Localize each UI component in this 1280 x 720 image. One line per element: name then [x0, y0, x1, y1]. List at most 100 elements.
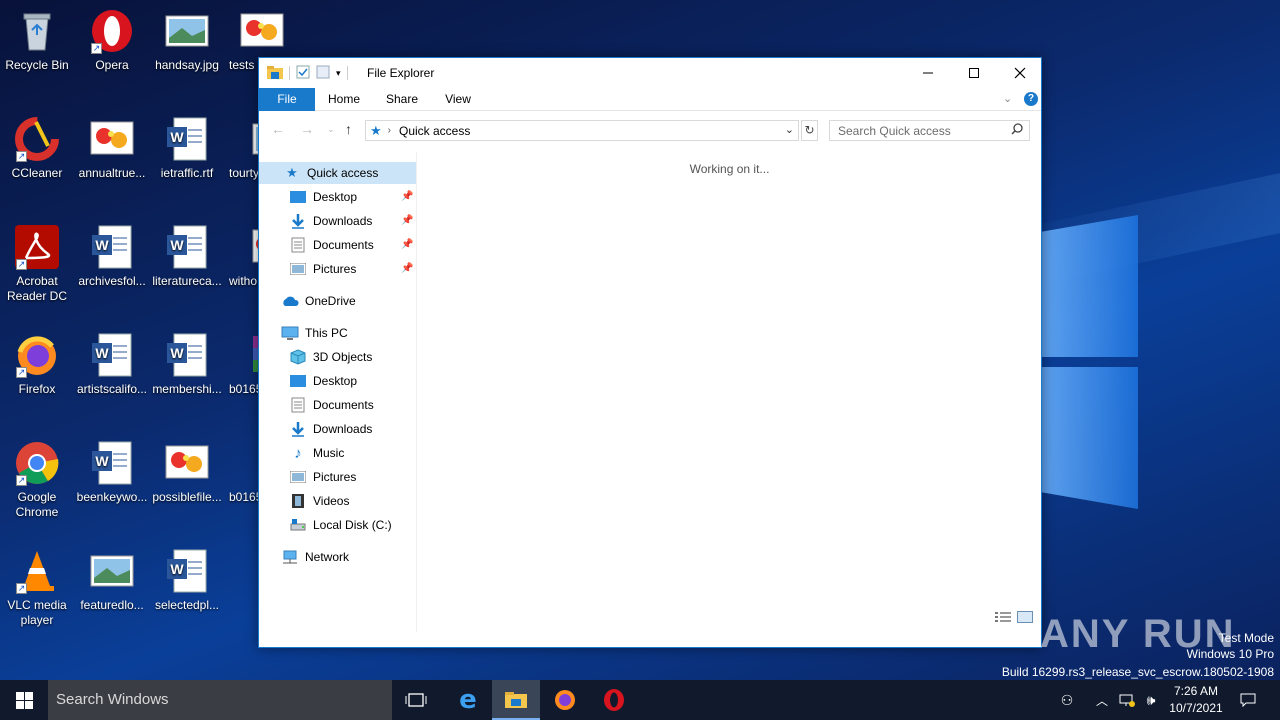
nav-item-this-pc[interactable]: This PC	[281, 322, 348, 344]
file-explorer-window[interactable]: ▾ File Explorer File Home Share View ⌄ ?…	[258, 57, 1042, 648]
task-view-icon	[405, 693, 427, 707]
nav-item-network[interactable]: Network	[281, 546, 349, 568]
nav-item-qa-downloads[interactable]: Downloads	[289, 210, 372, 232]
nav-item-qa-desktop[interactable]: Desktop	[289, 186, 357, 208]
maximize-button[interactable]	[951, 58, 997, 88]
nav-item-qa-documents[interactable]: Documents	[289, 234, 374, 256]
network-tray-icon[interactable]	[1116, 680, 1138, 720]
desktop-icon-chrome[interactable]: ↗ Google Chrome	[0, 440, 74, 520]
opera-icon: ↗	[89, 8, 135, 54]
pictures-icon	[289, 261, 307, 277]
quick-access-star-icon: ★	[286, 165, 298, 180]
documents-icon	[289, 397, 307, 413]
this-pc-monitor-icon	[281, 325, 299, 341]
windows-edition-label: Windows 10 Pro	[1186, 647, 1274, 661]
nav-item-pc-desktop[interactable]: Desktop	[289, 370, 357, 392]
tab-view[interactable]: View	[435, 88, 481, 111]
tab-share[interactable]: Share	[379, 88, 425, 111]
desktop-icon-literatureca[interactable]: W literatureca...	[150, 224, 224, 289]
desktop-icon-ietraffic[interactable]: W ietraffic.rtf	[150, 116, 224, 181]
test-mode-label: Test Mode	[1218, 631, 1274, 645]
desktop-icon-label: CCleaner	[11, 166, 63, 180]
new-folder-icon[interactable]	[316, 65, 330, 82]
desktop-icon-membershi[interactable]: W membershi...	[150, 332, 224, 397]
nav-item-pc-documents[interactable]: Documents	[289, 394, 374, 416]
nav-item-label: Documents	[313, 238, 374, 252]
help-icon[interactable]: ?	[1024, 92, 1038, 106]
taskbar-edge-button[interactable]: e	[444, 680, 492, 720]
close-button[interactable]	[997, 58, 1043, 88]
refresh-icon[interactable]: ↻	[801, 120, 818, 141]
desktop-icon-firefox[interactable]: ↗ Firefox	[0, 332, 74, 397]
vlc-cone-icon: ↗	[14, 548, 60, 594]
address-dropdown-chevron-icon[interactable]: ⌄	[785, 123, 794, 136]
expand-ribbon-chevron-icon[interactable]: ⌄	[1003, 92, 1012, 105]
nav-item-pc-videos[interactable]: Videos	[289, 490, 349, 512]
tab-file[interactable]: File	[259, 88, 315, 111]
nav-item-pc-music[interactable]: ♪ Music	[289, 442, 344, 464]
file-list-area[interactable]: Working on it...	[417, 152, 1041, 632]
nav-item-pc-pictures[interactable]: Pictures	[289, 466, 356, 488]
chrome-icon: ↗	[14, 440, 60, 486]
show-hidden-icons-chevron-icon[interactable]: ︿	[1092, 680, 1112, 720]
music-note-icon: ♪	[294, 444, 302, 462]
desktop-icon-opera[interactable]: ↗ Opera	[75, 8, 149, 73]
title-bar[interactable]: ▾ File Explorer	[259, 58, 1041, 88]
volume-icon[interactable]: 🕪	[1140, 680, 1162, 720]
desktop-icon-label: Opera	[95, 58, 129, 72]
desktop-icon-archivesfol[interactable]: W archivesfol...	[75, 224, 149, 289]
minimize-button[interactable]	[905, 58, 951, 88]
back-arrow-icon[interactable]: ←	[271, 121, 285, 137]
desktop-icon-acrobat[interactable]: ↗ Acrobat Reader DC	[0, 224, 74, 304]
nav-item-local-disk[interactable]: Local Disk (C:)	[289, 514, 392, 536]
clock-date: 10/7/2021	[1169, 701, 1223, 715]
breadcrumb-separator-icon[interactable]: ›	[388, 125, 391, 136]
desktop-icon-featuredlo[interactable]: featuredlo...	[75, 548, 149, 613]
quick-access-toolbar: ▾	[267, 65, 348, 81]
forward-arrow-icon[interactable]: →	[300, 121, 314, 137]
taskbar-search-input[interactable]: Search Windows	[48, 680, 392, 720]
desktop-icon-vlc[interactable]: ↗ VLC media player	[0, 548, 74, 628]
desktop-icon-artistscalifo[interactable]: W artistscalifo...	[75, 332, 149, 397]
desktop-icon-annualtrue[interactable]: annualtrue...	[75, 116, 149, 181]
nav-item-label: Videos	[313, 494, 350, 508]
desktop-icon-handsay[interactable]: handsay.jpg	[150, 8, 224, 73]
search-input[interactable]: Search Quick access	[829, 120, 1030, 141]
start-button[interactable]	[0, 680, 48, 720]
breadcrumb[interactable]: Quick access	[399, 124, 470, 138]
nav-item-label: Downloads	[313, 214, 373, 228]
svg-text:W: W	[170, 237, 184, 253]
desktop-icon-selectedpl[interactable]: W selectedpl...	[150, 548, 224, 613]
desktop-icon	[289, 373, 307, 389]
action-center-button[interactable]	[1236, 680, 1260, 720]
address-row: ← → ⌄ ↑ ★ › Quick access ⌄ ↻ Search Quic…	[259, 112, 1041, 146]
shortcut-arrow-icon: ↗	[16, 151, 27, 162]
desktop-icon-beenkeywo[interactable]: W beenkeywo...	[75, 440, 149, 505]
people-icon[interactable]: ⚇	[1056, 680, 1078, 720]
details-view-icon[interactable]	[995, 611, 1011, 626]
tab-home[interactable]: Home	[321, 88, 367, 111]
nav-item-3d-objects[interactable]: 3D Objects	[289, 346, 372, 368]
nav-item-qa-pictures[interactable]: Pictures	[289, 258, 356, 280]
task-view-button[interactable]	[392, 680, 440, 720]
desktop-icon-ccleaner[interactable]: ↗ CCleaner	[0, 116, 74, 181]
taskbar-opera-button[interactable]	[590, 680, 638, 720]
recent-locations-chevron-icon[interactable]: ⌄	[327, 124, 335, 135]
image-file-icon	[164, 8, 210, 54]
large-icons-view-icon[interactable]	[1017, 611, 1033, 626]
pin-icon: 📌	[401, 215, 414, 226]
nav-item-pc-downloads[interactable]: Downloads	[289, 418, 372, 440]
properties-icon[interactable]	[296, 65, 310, 82]
taskbar-file-explorer-button[interactable]	[492, 680, 540, 720]
nav-item-onedrive[interactable]: OneDrive	[281, 290, 356, 312]
nav-item-quick-access[interactable]: ★ Quick access	[259, 162, 416, 184]
address-bar[interactable]: ★ › Quick access ⌄	[365, 120, 799, 141]
nav-item-label: Quick access	[307, 166, 379, 180]
up-arrow-icon[interactable]: ↑	[345, 121, 352, 137]
nav-item-label: Documents	[313, 398, 374, 412]
desktop-icon-possiblefile[interactable]: possiblefile...	[150, 440, 224, 505]
customize-toolbar-chevron-icon[interactable]: ▾	[336, 68, 341, 79]
desktop-icon-recycle-bin[interactable]: Recycle Bin	[0, 8, 74, 73]
taskbar-firefox-button[interactable]	[541, 680, 589, 720]
taskbar-clock[interactable]: 7:26 AM 10/7/2021	[1160, 683, 1232, 717]
